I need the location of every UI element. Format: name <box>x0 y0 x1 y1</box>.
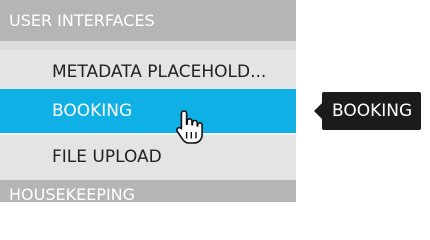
menu-item-metadata-placeholder[interactable]: METADATA PLACEHOLD... <box>0 50 296 94</box>
tooltip-text: BOOKING <box>332 101 413 121</box>
tooltip: BOOKING <box>314 92 422 130</box>
stage: USER INTERFACES METADATA PLACEHOLD... BO… <box>0 0 430 202</box>
tooltip-arrow <box>314 103 322 119</box>
hand-pointer-icon <box>176 110 203 144</box>
section-header-user-interfaces[interactable]: USER INTERFACES <box>0 0 296 41</box>
section-header-label: USER INTERFACES <box>9 11 155 30</box>
section-header-housekeeping[interactable]: HOUSEKEEPING <box>0 180 296 202</box>
tooltip-body: BOOKING <box>322 92 422 130</box>
menu-item-booking[interactable]: BOOKING <box>0 89 296 133</box>
section-header-label: HOUSEKEEPING <box>9 185 136 202</box>
menu-item-label: FILE UPLOAD <box>52 147 162 167</box>
navigation-menu: USER INTERFACES METADATA PLACEHOLD... BO… <box>0 0 296 202</box>
menu-item-file-upload[interactable]: FILE UPLOAD <box>0 135 296 179</box>
menu-item-label: METADATA PLACEHOLD... <box>52 62 267 82</box>
menu-item-label: BOOKING <box>52 101 133 121</box>
